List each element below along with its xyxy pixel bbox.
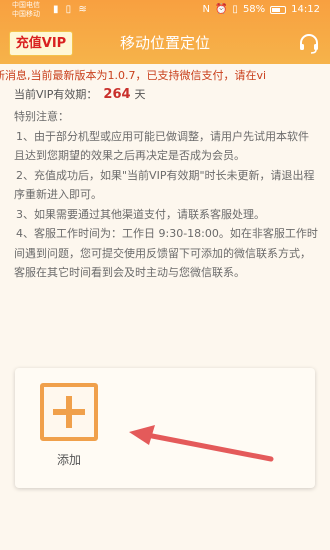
plus-icon-vertical (66, 396, 72, 428)
vip-days: 264 (103, 87, 131, 102)
app-header: 中国电信 中国移动 ▮ ▯ ≋ N ⏰ ▯ 58% 14:12 移动位置定位 充… (0, 0, 330, 64)
notice-section: 特别注意： 1、由于部分机型或应用可能已做调整，请用户先试用本软件且达到您期望的… (14, 107, 318, 283)
notice-item: 3、如果需要通过其他渠道支付，请联系客服处理。 (16, 207, 265, 221)
nfc-icon: N (202, 4, 210, 15)
add-card: 添加 (15, 368, 315, 488)
vip-unit: 天 (134, 88, 146, 101)
vibrate-icon: ▯ (232, 4, 238, 15)
status-right: N ⏰ ▯ 58% 14:12 (202, 4, 320, 15)
vip-label: 当前VIP有效期： (14, 88, 98, 101)
recharge-vip-button[interactable]: 充值VIP (9, 31, 73, 56)
pointer-arrow-icon (129, 425, 274, 462)
announcement-marquee: 新消息,当前最新版本为1.0.7，已支持微信支付，请在vi (0, 67, 330, 85)
clock: 14:12 (291, 4, 320, 15)
carrier-top: 中国电信 (12, 1, 40, 9)
headset-icon[interactable] (298, 32, 320, 54)
notice-item: 4、客服工作时间为：工作日 9:30-18:00。如在非客服工作时间遇到问题，您… (14, 227, 318, 279)
add-label: 添加 (56, 453, 81, 467)
alarm-icon: ⏰ (214, 4, 228, 15)
notice-title: 特别注意： (14, 110, 69, 123)
announcement-text: 新消息,当前最新版本为1.0.7，已支持微信支付，请在vi (0, 69, 267, 82)
carrier-info: 中国电信 中国移动 (12, 1, 40, 19)
vip-status: 当前VIP有效期： 264 天 (14, 86, 146, 104)
status-bar: 中国电信 中国移动 ▮ ▯ ≋ N ⏰ ▯ 58% 14:12 (0, 0, 330, 22)
battery-icon (270, 5, 287, 14)
notice-item: 1、由于部分机型或应用可能已做调整，请用户先试用本软件且达到您期望的效果之后再决… (14, 129, 309, 163)
notice-item: 2、充值成功后，如果"当前VIP有效期"时长未更新，请退出程序重新进入即可。 (14, 168, 315, 202)
signal-wifi-icon: ▮ ▯ ≋ (53, 4, 89, 15)
battery-percent: 58% (242, 4, 266, 15)
title-bar: 移动位置定位 充值VIP (0, 22, 330, 64)
add-button[interactable] (40, 383, 98, 441)
carrier-bottom: 中国移动 (12, 10, 40, 18)
